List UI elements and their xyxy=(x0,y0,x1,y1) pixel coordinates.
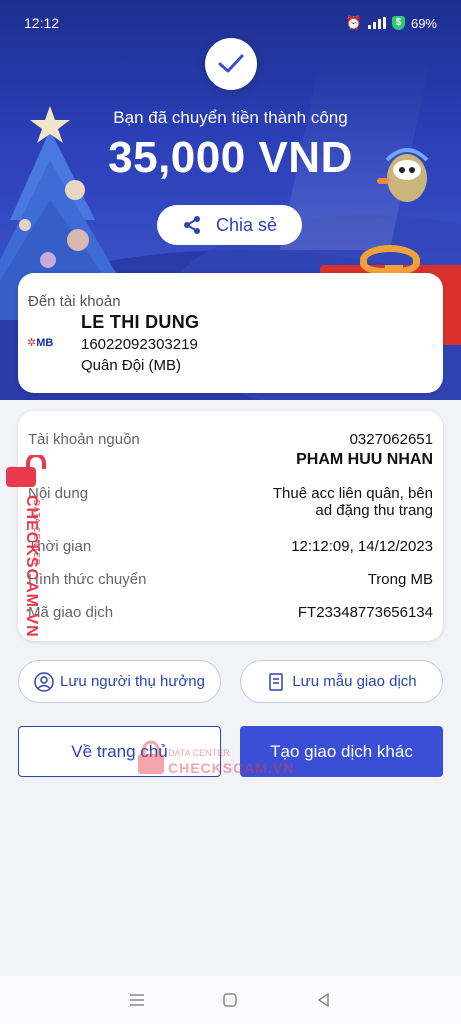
detail-row-source-name: PHAM HUU NHAN xyxy=(28,451,433,469)
alarm-icon: ⏰ xyxy=(345,15,362,30)
checkscam-watermark-center: DATA CENTER CHECKSCAM.VN xyxy=(136,740,293,781)
lock-icon xyxy=(138,740,164,774)
home-square-icon[interactable] xyxy=(222,992,238,1008)
mb-bank-logo: ✲MB xyxy=(27,337,54,349)
detail-row-transaction-id: Mã giao dịch FT23348773656134 xyxy=(28,604,433,621)
save-beneficiary-button[interactable]: Lưu người thụ hưởng xyxy=(18,660,221,703)
detail-row-source: Tài khoản nguồn 0327062651 xyxy=(28,431,433,448)
transaction-time: 12:12:09, 14/12/2023 xyxy=(291,538,433,555)
recipient-name: LE THI DUNG xyxy=(81,312,200,332)
status-icons: ⏰ $ 69% xyxy=(346,15,437,31)
transaction-id: FT23348773656134 xyxy=(297,604,433,621)
recipient-card: Đến tài khoản ✲MB LE THI DUNG 1602209230… xyxy=(18,273,443,393)
status-bar: 12:12 ⏰ $ 69% xyxy=(0,0,461,46)
success-message: Bạn đã chuyển tiền thành công xyxy=(113,108,348,127)
checkscam-watermark: DATA CENTER CHECKSCAM.VN xyxy=(4,455,48,645)
recipient-bank-name: Quân Đội (MB) xyxy=(81,357,182,374)
detail-row-method: Hình thức chuyển Trong MB xyxy=(28,571,433,588)
menu-icon[interactable] xyxy=(129,993,145,1007)
share-icon xyxy=(183,216,200,234)
security-shield-icon: $ xyxy=(391,16,405,30)
share-label: Chia sẻ xyxy=(215,214,278,235)
transaction-details-card: Tài khoản nguồn 0327062651 PHAM HUU NHAN… xyxy=(18,411,443,641)
battery-percent: 69% xyxy=(410,15,437,31)
source-account: 0327062651 xyxy=(349,431,433,448)
user-circle-icon xyxy=(34,671,54,692)
lock-icon xyxy=(6,455,46,487)
recipient-label: Đến tài khoản xyxy=(28,293,121,310)
source-name: PHAM HUU NHAN xyxy=(296,451,433,468)
back-triangle-icon[interactable] xyxy=(316,992,332,1008)
status-time: 12:12 xyxy=(24,15,60,31)
save-template-button[interactable]: Lưu mẫu giao dịch xyxy=(240,660,443,703)
recipient-account-number: 16022092303219 xyxy=(81,336,198,353)
detail-row-content: Nội dung Thuê acc liên quân, bên ad đặng… xyxy=(28,485,433,519)
receipt-icon xyxy=(269,672,284,691)
transfer-content: Thuê acc liên quân, bên ad đặng thu tran… xyxy=(272,485,433,519)
system-nav-bar xyxy=(0,976,461,1024)
detail-row-time: Thời gian 12:12:09, 14/12/2023 xyxy=(28,538,433,555)
signal-icon xyxy=(367,17,386,29)
transfer-method: Trong MB xyxy=(367,571,433,588)
transfer-amount: 35,000 VND xyxy=(108,133,353,182)
share-button[interactable]: Chia sẻ xyxy=(157,205,302,245)
